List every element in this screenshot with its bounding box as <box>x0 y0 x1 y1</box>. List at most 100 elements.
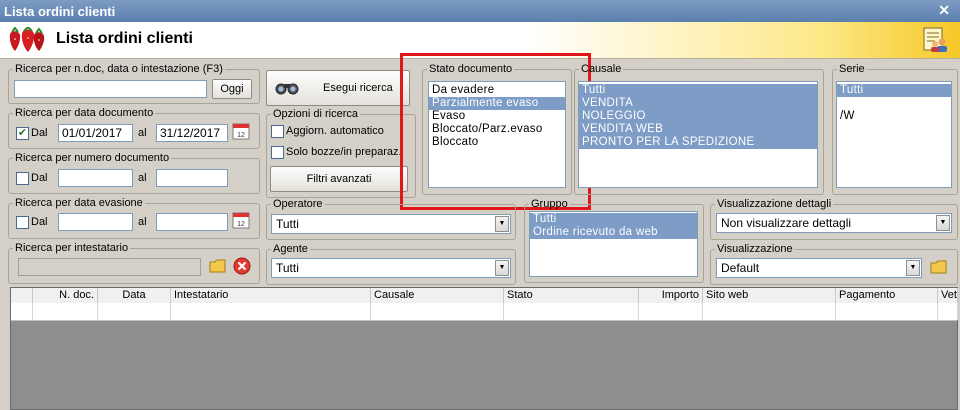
vis-dettagli-value: Non visualizzare dettagli <box>721 216 852 230</box>
window-titlebar: Lista ordini clienti ✕ <box>0 0 960 22</box>
today-button[interactable]: Oggi <box>212 79 252 99</box>
drafts-only-label: Solo bozze/in preparaz. <box>286 146 402 158</box>
table-cell[interactable] <box>11 303 33 320</box>
date-evas-checkbox[interactable] <box>16 216 29 229</box>
operatore-value: Tutti <box>276 217 299 231</box>
table-cell[interactable] <box>171 303 371 320</box>
visualizzazione-value: Default <box>721 261 760 275</box>
date-evas-legend: Ricerca per data evasione <box>15 197 143 209</box>
visualizzazione-legend: Visualizzazione <box>717 243 793 255</box>
serie-legend: Serie <box>839 63 865 75</box>
causale-legend: Causale <box>581 63 622 75</box>
list-item[interactable]: Tutti <box>579 84 817 97</box>
page-title: Lista ordini clienti <box>56 30 193 47</box>
search-text-input[interactable] <box>14 80 207 98</box>
causale-list[interactable]: Tutti VENDITA NOLEGGIO VENDITA WEB PRONTO PE… <box>578 81 818 188</box>
num-doc-checkbox[interactable] <box>16 172 29 185</box>
close-icon[interactable]: ✕ <box>938 2 950 19</box>
list-item[interactable]: Ordine ricevuto da web <box>530 226 697 239</box>
search-options-legend: Opzioni di ricerca <box>273 108 358 120</box>
date-evas-al-label: al <box>138 216 147 228</box>
auto-update-checkbox[interactable] <box>271 125 284 138</box>
vis-dettagli-legend: Visualizzazione dettagli <box>717 198 832 210</box>
date-doc-to-field[interactable] <box>156 124 228 142</box>
date-evas-dal-label: Dal <box>31 216 48 228</box>
calendar-icon[interactable]: 12 <box>232 211 250 229</box>
chevron-down-icon[interactable]: ▼ <box>906 260 920 276</box>
gruppo-legend: Gruppo <box>531 198 568 210</box>
num-doc-dal-label: Dal <box>31 172 48 184</box>
num-doc-legend: Ricerca per numero documento <box>15 152 170 164</box>
serie-list[interactable]: Tutti/W <box>836 81 952 188</box>
list-item[interactable]: Tutti <box>530 213 697 226</box>
column-header[interactable]: Stato <box>504 288 639 303</box>
list-item[interactable]: PRONTO PER LA SPEDIZIONE <box>579 136 817 149</box>
num-doc-al-label: al <box>138 172 147 184</box>
date-doc-from-field[interactable] <box>58 124 133 142</box>
table-cell[interactable] <box>639 303 703 320</box>
table-cell[interactable] <box>33 303 98 320</box>
folder-icon[interactable] <box>209 257 227 275</box>
date-evas-from-field[interactable] <box>58 213 133 231</box>
column-header[interactable] <box>11 288 33 303</box>
num-doc-to-field[interactable] <box>156 169 228 187</box>
column-header[interactable]: Intestatario <box>171 288 371 303</box>
chevron-down-icon[interactable]: ▼ <box>495 260 509 276</box>
folder-icon[interactable] <box>930 258 948 276</box>
owner-field[interactable] <box>18 258 201 276</box>
chevron-down-icon[interactable]: ▼ <box>936 215 950 231</box>
window-title: Lista ordini clienti <box>4 4 116 19</box>
agente-select[interactable]: Tutti ▼ <box>271 258 511 278</box>
table-row[interactable] <box>11 303 958 321</box>
svg-text:12: 12 <box>237 132 245 139</box>
operatore-select[interactable]: Tutti ▼ <box>271 214 511 234</box>
table-cell[interactable] <box>98 303 171 320</box>
orders-table: N. doc. Data Intestatario Causale Stato Impor… <box>10 287 958 410</box>
date-doc-legend: Ricerca per data documento <box>15 107 154 119</box>
table-cell[interactable] <box>938 303 958 320</box>
table-cell[interactable] <box>371 303 504 320</box>
vis-dettagli-select[interactable]: Non visualizzare dettagli ▼ <box>716 213 952 233</box>
auto-update-label: Aggiorn. automatico <box>286 125 384 137</box>
agente-value: Tutti <box>276 261 299 275</box>
num-doc-from-field[interactable] <box>58 169 133 187</box>
operatore-legend: Operatore <box>273 198 323 210</box>
column-header[interactable]: Data <box>98 288 171 303</box>
binoculars-icon <box>275 83 299 95</box>
column-header[interactable]: Importo <box>639 288 703 303</box>
list-item[interactable]: VENDITA WEB <box>579 123 817 136</box>
calendar-icon[interactable]: 12 <box>232 122 250 140</box>
column-header[interactable]: Pagamento <box>836 288 938 303</box>
list-item[interactable]: NOLEGGIO <box>579 110 817 123</box>
drafts-only-checkbox[interactable] <box>271 146 284 159</box>
chevron-down-icon[interactable]: ▼ <box>495 216 509 232</box>
column-header[interactable]: Causale <box>371 288 504 303</box>
table-cell[interactable] <box>504 303 639 320</box>
date-doc-checkbox[interactable]: ✔ <box>16 127 29 140</box>
advanced-filters-button[interactable]: Filtri avanzati <box>270 166 408 192</box>
table-cell[interactable] <box>836 303 938 320</box>
column-header[interactable]: Vet <box>938 288 958 303</box>
table-header: N. doc. Data Intestatario Causale Stato Impor… <box>11 288 958 304</box>
list-item[interactable]: Tutti <box>837 84 951 97</box>
list-item[interactable]: VENDITA <box>579 97 817 110</box>
agente-legend: Agente <box>273 243 308 255</box>
column-header[interactable]: Sito web <box>703 288 836 303</box>
clear-icon[interactable] <box>233 257 251 275</box>
date-evas-to-field[interactable] <box>156 213 228 231</box>
strawberry-logo-icon <box>9 27 45 52</box>
highlight-box <box>400 53 591 210</box>
visualizzazione-select[interactable]: Default ▼ <box>716 258 922 278</box>
owner-legend: Ricerca per intestatario <box>15 242 129 254</box>
search-text-legend: Ricerca per n.doc, data o intestazione (… <box>15 63 223 75</box>
list-item[interactable]: /W <box>837 110 951 123</box>
table-cell[interactable] <box>703 303 836 320</box>
list-item[interactable] <box>837 97 951 110</box>
gruppo-list[interactable]: Tutti Ordine ricevuto da web <box>529 211 698 277</box>
column-header[interactable]: N. doc. <box>33 288 98 303</box>
date-doc-dal-label: Dal <box>31 127 48 139</box>
execute-search-label: Esegui ricerca <box>323 82 393 94</box>
users-list-icon[interactable] <box>922 26 950 54</box>
execute-search-button[interactable]: Esegui ricerca <box>266 70 410 106</box>
date-doc-al-label: al <box>138 127 147 139</box>
